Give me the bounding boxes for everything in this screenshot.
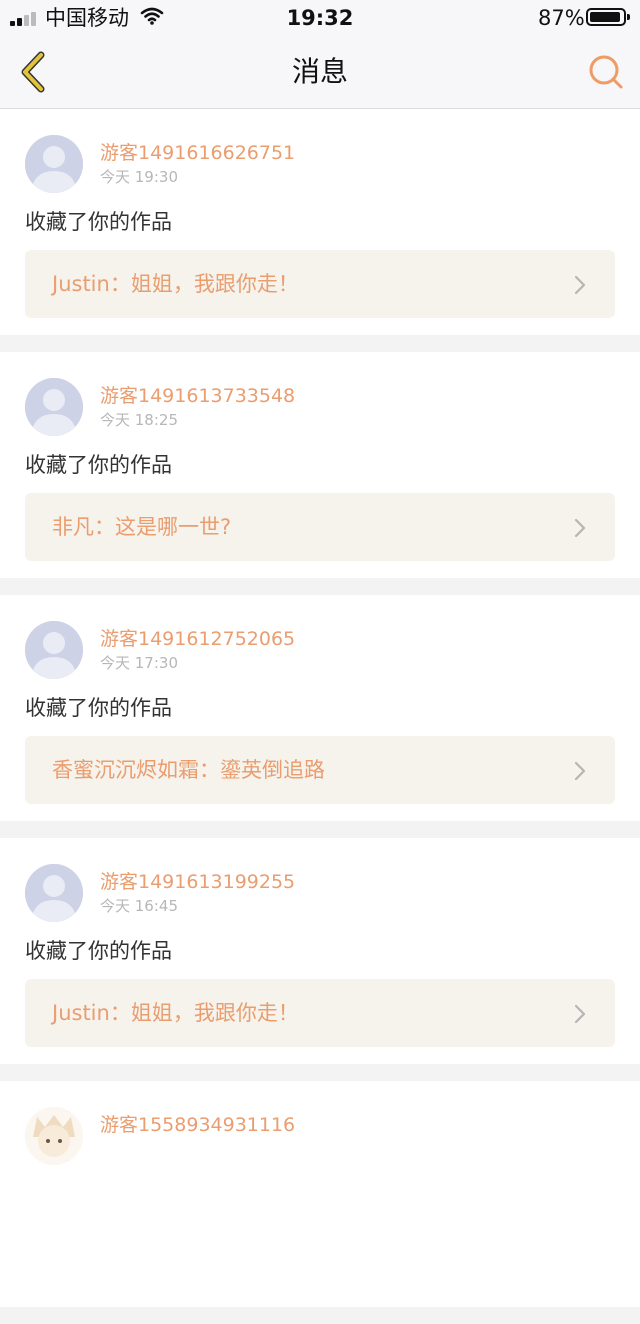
action-text: 收藏了你的作品: [25, 939, 172, 963]
chevron-right-icon: [574, 761, 586, 781]
quoted-work-title: 非凡：这是哪一世?: [52, 515, 232, 539]
quoted-work-title: Justin：姐姐，我跟你走！: [52, 1001, 299, 1025]
battery-percentage: 87%: [538, 6, 585, 30]
avatar[interactable]: [25, 621, 83, 679]
search-icon[interactable]: [586, 52, 626, 92]
avatar[interactable]: [25, 864, 83, 922]
username[interactable]: 游客1558934931116: [100, 1113, 295, 1137]
timestamp: 今天 18:25: [100, 411, 178, 429]
chevron-right-icon: [574, 275, 586, 295]
quoted-work[interactable]: Justin：姐姐，我跟你走！: [25, 979, 615, 1047]
default-avatar-icon: [25, 621, 83, 679]
timestamp: 今天 17:30: [100, 654, 178, 672]
username[interactable]: 游客1491613733548: [100, 384, 295, 408]
status-bar: 中国移动 19:32 87%: [0, 0, 640, 36]
nav-header: 消息: [0, 36, 640, 109]
quoted-work[interactable]: 非凡：这是哪一世?: [25, 493, 615, 561]
username[interactable]: 游客1491613199255: [100, 870, 295, 894]
timestamp: 今天 16:45: [100, 897, 178, 915]
chevron-right-icon: [574, 1004, 586, 1024]
default-avatar-icon: [25, 378, 83, 436]
quoted-work[interactable]: Justin：姐姐，我跟你走！: [25, 250, 615, 318]
username[interactable]: 游客1491612752065: [100, 627, 295, 651]
battery-icon: [586, 8, 630, 26]
chevron-right-icon: [574, 518, 586, 538]
quoted-work[interactable]: 香蜜沉沉烬如霜：鎏英倒追路: [25, 736, 615, 804]
action-text: 收藏了你的作品: [25, 210, 172, 234]
quoted-work-title: Justin：姐姐，我跟你走！: [52, 272, 299, 296]
action-text: 收藏了你的作品: [25, 696, 172, 720]
avatar[interactable]: [25, 378, 83, 436]
default-avatar-icon: [25, 135, 83, 193]
page-title: 消息: [291, 55, 348, 88]
quoted-work-title: 香蜜沉沉烬如霜：鎏英倒追路: [52, 758, 325, 782]
avatar[interactable]: [25, 135, 83, 193]
avatar[interactable]: [25, 1107, 83, 1165]
username[interactable]: 游客1491616626751: [100, 141, 295, 165]
action-text: 收藏了你的作品: [25, 453, 172, 477]
list-item[interactable]: 游客1491613733548 今天 18:25 收藏了你的作品 非凡：这是哪一…: [0, 352, 640, 578]
message-list: 游客1491616626751 今天 19:30 收藏了你的作品 Justin：…: [0, 109, 640, 1324]
list-item[interactable]: 游客1558934931116: [0, 1081, 640, 1307]
character-avatar-icon: [25, 1107, 83, 1165]
list-item[interactable]: 游客1491612752065 今天 17:30 收藏了你的作品 香蜜沉沉烬如霜…: [0, 595, 640, 821]
default-avatar-icon: [25, 864, 83, 922]
timestamp: 今天 19:30: [100, 168, 178, 186]
list-item[interactable]: 游客1491616626751 今天 19:30 收藏了你的作品 Justin：…: [0, 109, 640, 335]
list-item[interactable]: 游客1491613199255 今天 16:45 收藏了你的作品 Justin：…: [0, 838, 640, 1064]
